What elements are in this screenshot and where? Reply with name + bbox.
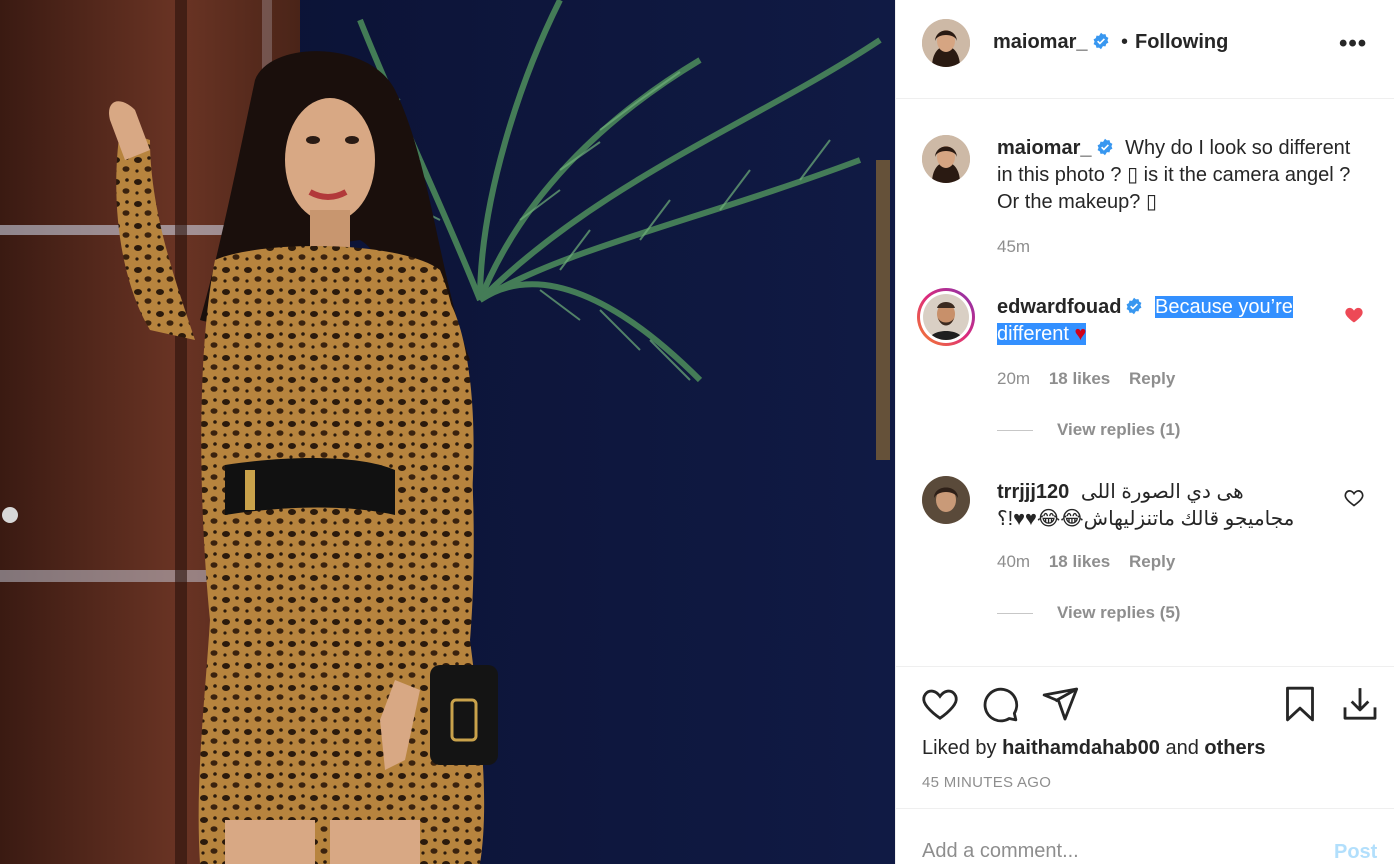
comment-input[interactable] [920,835,1304,867]
caption-username[interactable]: maiomar_ [997,137,1114,159]
caption-avatar[interactable] [922,135,970,183]
comment-likes[interactable]: 18 likes [1049,552,1110,571]
verified-icon [1093,32,1108,50]
view-replies-button[interactable]: View replies (1) [997,420,1180,440]
following-button[interactable]: Following [1135,31,1228,54]
comment-text: edwardfouad Because you’re different ♥ [997,294,1367,348]
comment-avatar[interactable] [922,476,970,524]
reply-button[interactable]: Reply [1129,369,1175,388]
author-username[interactable]: maiomar_ [993,31,1110,54]
comment-username[interactable]: trrjjj120 [997,481,1069,503]
liked-by: Liked by haithamdahab00 and others [922,737,1266,759]
replies-divider [997,613,1033,615]
comment-username[interactable]: edwardfouad [997,296,1143,318]
comment-avatar[interactable] [917,288,975,346]
download-icon[interactable] [1340,684,1380,724]
comment-meta: 40m 18 likes Reply [997,552,1189,572]
view-replies-button[interactable]: View replies (5) [997,603,1180,623]
comment-like-icon[interactable] [1344,488,1364,508]
comment-meta: 20m 18 likes Reply [997,369,1189,389]
post-side-panel: maiomar_ • Following ••• maiomar_ Why do… [895,0,1394,867]
post-header: maiomar_ • Following ••• [896,0,1394,99]
post-actions: Liked by haithamdahab00 and others 45 MI… [896,666,1394,809]
verified-icon [1097,138,1112,156]
liked-by-user[interactable]: haithamdahab00 [1002,737,1160,759]
caption-time: 45m [997,237,1031,256]
caption-text: maiomar_ Why do I look so different in t… [997,135,1367,216]
comments-section[interactable]: maiomar_ Why do I look so different in t… [896,99,1394,665]
post-time[interactable]: 45 MINUTES AGO [922,774,1051,791]
comment-text: trrjjj120 هى دي الصورة اللى مجاميجو قالك… [997,479,1317,533]
reply-button[interactable]: Reply [1129,552,1175,571]
comment-time: 20m [997,369,1031,388]
comment-likes[interactable]: 18 likes [1049,369,1110,388]
liked-by-others[interactable]: others [1204,737,1265,759]
comment-icon[interactable] [980,684,1020,724]
post-photo[interactable] [0,0,895,864]
heart-icon[interactable] [920,684,960,724]
post-image [0,0,895,864]
comment-time: 40m [997,552,1031,571]
bookmark-icon[interactable] [1280,684,1320,724]
heart-emoji: ♥ [1074,323,1087,345]
verified-icon [1127,297,1142,315]
comment-like-icon[interactable] [1344,305,1364,325]
caption-meta: 45m [997,237,1044,257]
share-icon[interactable] [1040,684,1080,724]
post-comment-button[interactable]: Post [1334,841,1377,864]
add-comment-bar: Post [896,808,1394,867]
author-avatar[interactable] [922,19,970,67]
replies-divider [997,430,1033,432]
more-icon[interactable]: ••• [1339,30,1367,58]
follow-separator: • [1121,31,1129,53]
